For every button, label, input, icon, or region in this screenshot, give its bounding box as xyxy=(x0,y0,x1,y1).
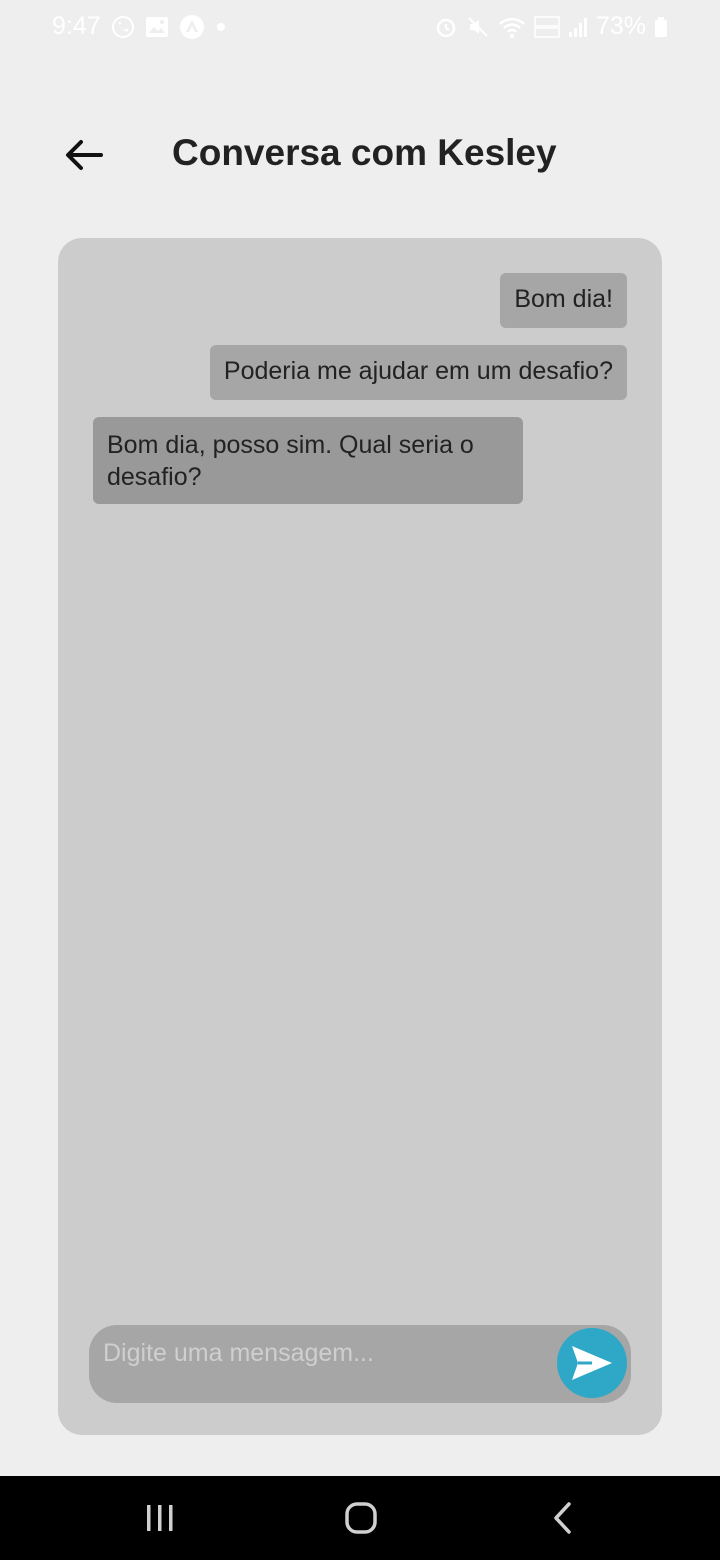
message-bubble-sent: Poderia me ajudar em um desafio? xyxy=(209,345,627,400)
signal-icon xyxy=(568,16,588,38)
chat-panel: Bom dia! Poderia me ajudar em um desafio… xyxy=(58,238,662,1435)
status-bar: 9:47 73% xyxy=(0,0,720,56)
arrow-left-icon xyxy=(66,140,103,170)
recents-button[interactable] xyxy=(130,1496,190,1540)
status-right: 73% xyxy=(434,12,668,41)
whatsapp-icon xyxy=(111,15,135,39)
gallery-icon xyxy=(145,16,169,38)
send-button[interactable] xyxy=(557,1328,627,1398)
header: Conversa com Kesley xyxy=(0,120,720,190)
wifi-icon xyxy=(498,15,526,39)
home-button[interactable] xyxy=(331,1496,391,1540)
message-composer xyxy=(89,1325,631,1403)
volte-icon xyxy=(534,15,560,39)
mute-icon xyxy=(466,15,490,39)
battery-icon xyxy=(654,16,668,38)
system-back-button[interactable] xyxy=(533,1496,593,1540)
message-bubble-received: Bom dia, posso sim. Qual seria o desafio… xyxy=(93,417,523,504)
send-icon xyxy=(572,1346,612,1380)
alarm-icon xyxy=(434,15,458,39)
status-left: 9:47 xyxy=(52,12,227,41)
message-bubble-sent: Bom dia! xyxy=(500,273,627,328)
status-time: 9:47 xyxy=(52,12,101,40)
home-icon xyxy=(345,1502,377,1534)
app-icon xyxy=(179,14,205,40)
battery-percentage: 73% xyxy=(595,12,646,40)
message-input[interactable] xyxy=(103,1333,543,1373)
back-icon xyxy=(554,1502,571,1534)
system-nav-bar xyxy=(0,1476,720,1560)
page-title: Conversa com Kesley xyxy=(172,132,557,173)
dot-icon xyxy=(215,21,227,33)
recents-icon xyxy=(147,1505,173,1531)
back-button[interactable] xyxy=(58,130,108,180)
